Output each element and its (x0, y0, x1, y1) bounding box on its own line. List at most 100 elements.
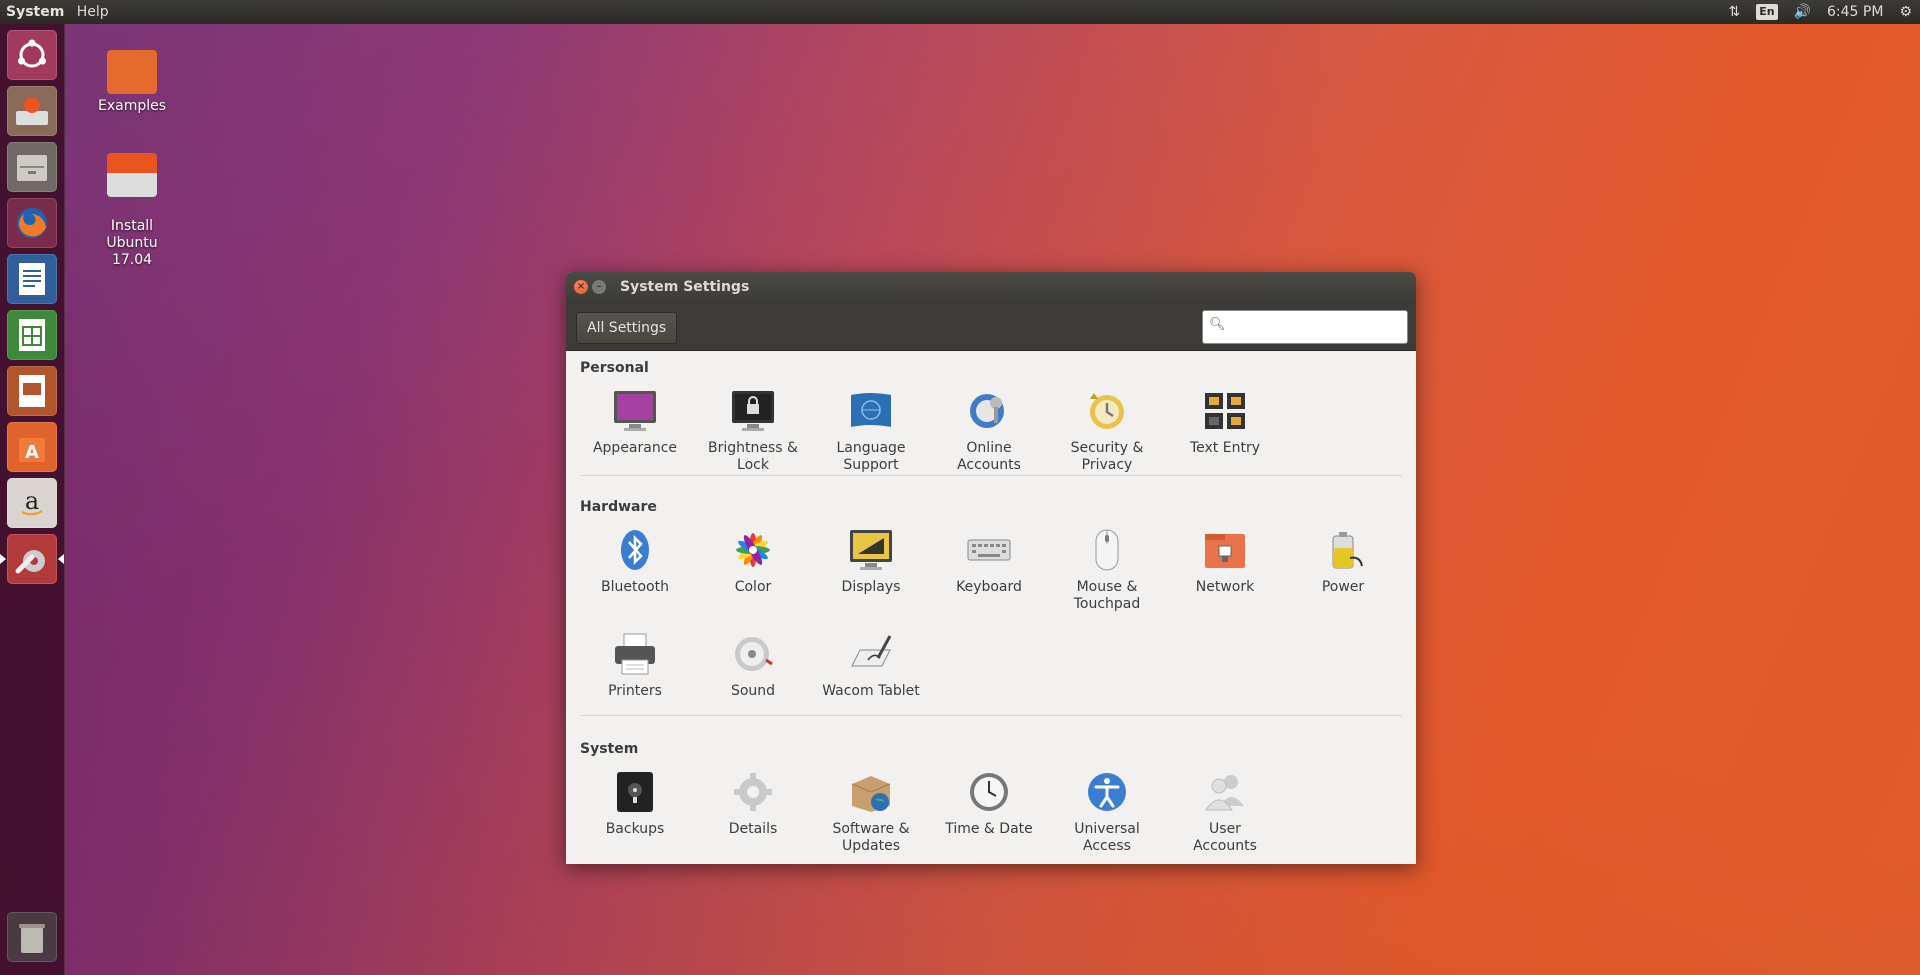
minimize-icon[interactable]: – (592, 280, 606, 294)
settings-item-label: Printers (608, 683, 662, 699)
settings-item-label: Sound (730, 683, 776, 699)
settings-item-network[interactable]: Network (1166, 526, 1284, 596)
settings-item-details[interactable]: Details (694, 768, 812, 838)
session-gear-icon[interactable]: ⚙ (1899, 0, 1912, 24)
settings-item-text-entry[interactable]: Text Entry (1166, 387, 1284, 457)
settings-item-online-accounts[interactable]: Online Accounts (930, 387, 1048, 474)
printer-icon (611, 630, 659, 678)
settings-item-appearance[interactable]: Appearance (576, 387, 694, 457)
menu-help[interactable]: Help (77, 4, 109, 20)
settings-item-label: Brightness & Lock (708, 440, 798, 473)
displays-icon (847, 526, 895, 574)
settings-item-wacom-tablet[interactable]: Wacom Tablet (812, 630, 930, 700)
system-settings-window: × – System Settings All Settings 🔍︎ Pers… (566, 272, 1416, 864)
settings-item-label: Wacom Tablet (822, 683, 920, 699)
settings-item-label: Displays (841, 579, 901, 595)
settings-item-language-support[interactable]: Language Support (812, 387, 930, 474)
settings-item-user-accounts[interactable]: User Accounts (1166, 768, 1284, 855)
global-menu: System Help (6, 0, 117, 24)
amazon-icon[interactable]: a (7, 478, 57, 528)
appearance-icon (611, 387, 659, 435)
settings-item-label: Language Support (836, 440, 906, 473)
svg-text:A: A (25, 442, 39, 463)
settings-item-universal-access[interactable]: Universal Access (1048, 768, 1166, 855)
search-box[interactable]: 🔍︎ (1202, 310, 1408, 344)
settings-item-software-updates[interactable]: Software & Updates (812, 768, 930, 855)
top-panel: System Help ⇅ En 🔊 6:45 PM ⚙ (0, 0, 1920, 24)
settings-item-printer[interactable]: Printers (576, 630, 694, 700)
window-title: System Settings (620, 279, 750, 295)
settings-item-label: Text Entry (1189, 440, 1260, 456)
settings-item-label: Power (1321, 579, 1365, 595)
ubuntu-software-icon[interactable]: A (7, 422, 57, 472)
focused-app-indicator (58, 554, 64, 564)
settings-item-label: Network (1195, 579, 1255, 595)
settings-item-backups[interactable]: Backups (576, 768, 694, 838)
section-divider (580, 715, 1402, 716)
settings-item-power[interactable]: Power (1284, 526, 1402, 596)
settings-item-label: Mouse & Touchpad (1073, 579, 1141, 612)
settings-item-label: Backups (605, 821, 665, 837)
sound-icon (729, 630, 777, 678)
settings-item-mouse[interactable]: Mouse & Touchpad (1048, 526, 1166, 613)
desktop-icon-install-ubuntu[interactable]: Install Ubuntu 17.04 (82, 136, 182, 286)
settings-item-label: Keyboard (956, 579, 1022, 595)
desktop-icon-examples[interactable]: Examples (82, 50, 182, 114)
wacom-tablet-icon (847, 630, 895, 678)
close-icon[interactable]: × (574, 280, 588, 294)
installer-icon (107, 153, 157, 197)
settings-item-label: Security & Privacy (1070, 440, 1144, 473)
network-transfer-icon[interactable]: ⇅ (1728, 0, 1740, 24)
network-icon (1201, 526, 1249, 574)
folder-icon (107, 50, 157, 94)
system-settings-launcher-icon[interactable] (7, 534, 57, 584)
time-date-icon (965, 768, 1013, 816)
settings-item-brightness-lock[interactable]: Brightness & Lock (694, 387, 812, 474)
settings-item-label: Color (734, 579, 772, 595)
clock[interactable]: 6:45 PM (1827, 0, 1883, 24)
brightness-lock-icon (729, 387, 777, 435)
keyboard-icon (965, 526, 1013, 574)
software-updates-icon (847, 768, 895, 816)
settings-item-sound[interactable]: Sound (694, 630, 812, 700)
libreoffice-impress-icon[interactable] (7, 366, 57, 416)
color-icon (729, 526, 777, 574)
text-entry-icon (1201, 387, 1249, 435)
desktop-icon-label: Examples (97, 98, 167, 114)
desktop-icon-label: Install Ubuntu 17.04 (106, 218, 158, 268)
settings-item-security-privacy[interactable]: Security & Privacy (1048, 387, 1166, 474)
launcher: A a (0, 24, 65, 975)
keyboard-layout-indicator[interactable]: En (1756, 4, 1778, 20)
backups-icon (611, 768, 659, 816)
search-icon: 🔍︎ (1209, 317, 1226, 332)
all-settings-button[interactable]: All Settings (576, 312, 678, 344)
menu-system[interactable]: System (6, 4, 64, 20)
active-app-indicator (0, 554, 6, 564)
settings-item-displays[interactable]: Displays (812, 526, 930, 596)
bluetooth-icon (611, 526, 659, 574)
settings-item-time-date[interactable]: Time & Date (930, 768, 1048, 838)
settings-item-label: Appearance (592, 440, 678, 456)
libreoffice-calc-icon[interactable] (7, 310, 57, 360)
window-titlebar[interactable]: × – System Settings (566, 272, 1416, 302)
trash-icon[interactable] (7, 912, 57, 962)
libreoffice-writer-icon[interactable] (7, 254, 57, 304)
section-title-personal: Personal (580, 360, 649, 376)
security-privacy-icon (1083, 387, 1131, 435)
search-input[interactable] (1227, 313, 1401, 341)
settings-panel: Personal Hardware System Appearance Brigh… (566, 351, 1416, 864)
settings-item-bluetooth[interactable]: Bluetooth (576, 526, 694, 596)
section-title-system: System (580, 741, 639, 757)
installer-icon[interactable] (7, 86, 57, 136)
power-icon (1319, 526, 1367, 574)
settings-item-keyboard[interactable]: Keyboard (930, 526, 1048, 596)
firefox-icon[interactable] (7, 198, 57, 248)
svg-text:a: a (25, 487, 39, 515)
ubuntu-dash-icon[interactable] (7, 30, 57, 80)
user-accounts-icon (1201, 768, 1249, 816)
online-accounts-icon (965, 387, 1013, 435)
settings-item-color[interactable]: Color (694, 526, 812, 596)
volume-icon[interactable]: 🔊 (1794, 0, 1811, 24)
files-icon[interactable] (7, 142, 57, 192)
settings-item-label: Software & Updates (832, 821, 910, 854)
